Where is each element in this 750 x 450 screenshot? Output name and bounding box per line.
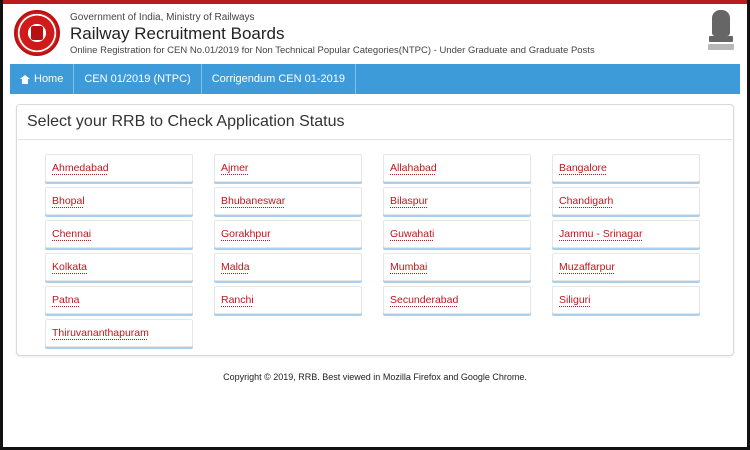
site-title: Railway Recruitment Boards [70,24,285,43]
rrb-link-label[interactable]: Ahmedabad [52,162,109,174]
rrb-link-label[interactable]: Guwahati [390,228,434,240]
national-emblem-icon [708,10,734,54]
indian-railways-logo-icon[interactable] [14,10,60,56]
rrb-link-card[interactable]: Bhopal [45,187,193,215]
nav-home-label: Home [34,73,64,85]
rrb-link-card[interactable]: Guwahati [383,220,531,248]
rrb-link-label[interactable]: Bangalore [559,162,607,174]
rrb-link-label[interactable]: Kolkata [52,261,87,273]
rrb-link-card[interactable]: Siliguri [552,286,700,314]
panel-title: Select your RRB to Check Application Sta… [27,113,345,130]
site-subtitle: Online Registration for CEN No.01/2019 f… [70,45,595,56]
government-line: Government of India, Ministry of Railway… [70,12,255,23]
rrb-link-label[interactable]: Bhopal [52,195,85,207]
window-top-border [0,0,750,4]
main-navbar: Home CEN 01/2019 (NTPC) Corrigendum CEN … [10,64,740,94]
rrb-link-card[interactable]: Allahabad [383,154,531,182]
rrb-link-card[interactable]: Mumbai [383,253,531,281]
rrb-link-card[interactable]: Bilaspur [383,187,531,215]
rrb-link-card[interactable]: Bhubaneswar [214,187,362,215]
rrb-link-card[interactable]: Chandigarh [552,187,700,215]
rrb-link-card[interactable]: Malda [214,253,362,281]
rrb-link-label[interactable]: Ajmer [221,162,248,174]
rrb-link-label[interactable]: Secunderabad [390,294,458,306]
rrb-link-card[interactable]: Ahmedabad [45,154,193,182]
rrb-link-label[interactable]: Chandigarh [559,195,613,207]
rrb-link-label[interactable]: Bilaspur [390,195,428,207]
rrb-link-card[interactable]: Jammu - Srinagar [552,220,700,248]
nav-home[interactable]: Home [10,64,75,94]
site-header: Government of India, Ministry of Railway… [10,8,740,60]
rrb-link-label[interactable]: Bhubaneswar [221,195,285,207]
rrb-link-label[interactable]: Malda [221,261,250,273]
rrb-link-card[interactable]: Kolkata [45,253,193,281]
panel-divider [18,139,732,140]
rrb-link-card[interactable]: Patna [45,286,193,314]
rrb-link-card[interactable]: Chennai [45,220,193,248]
rrb-link-label[interactable]: Chennai [52,228,91,240]
rrb-link-label[interactable]: Patna [52,294,79,306]
rrb-link-label[interactable]: Allahabad [390,162,437,174]
rrb-link-label[interactable]: Gorakhpur [221,228,271,240]
footer-copyright: Copyright © 2019, RRB. Best viewed in Mo… [223,372,527,382]
rrb-selection-panel: Select your RRB to Check Application Sta… [16,104,734,356]
rrb-link-card[interactable]: Thiruvananthapuram [45,319,193,347]
window-left-border [0,0,3,450]
rrb-link-card[interactable]: Ranchi [214,286,362,314]
rrb-link-label[interactable]: Jammu - Srinagar [559,228,642,240]
rrb-link-card[interactable]: Ajmer [214,154,362,182]
rrb-link-card[interactable]: Secunderabad [383,286,531,314]
rrb-link-card[interactable]: Muzaffarpur [552,253,700,281]
rrb-link-label[interactable]: Mumbai [390,261,427,273]
rrb-link-card[interactable]: Bangalore [552,154,700,182]
home-icon [20,74,30,84]
rrb-link-label[interactable]: Ranchi [221,294,254,306]
rrb-link-card[interactable]: Gorakhpur [214,220,362,248]
nav-corrigendum[interactable]: Corrigendum CEN 01-2019 [202,64,357,94]
rrb-link-label[interactable]: Thiruvananthapuram [52,327,149,339]
rrb-link-label[interactable]: Siliguri [559,294,591,306]
nav-cen-ntpc[interactable]: CEN 01/2019 (NTPC) [74,64,202,94]
rrb-link-label[interactable]: Muzaffarpur [559,261,615,273]
